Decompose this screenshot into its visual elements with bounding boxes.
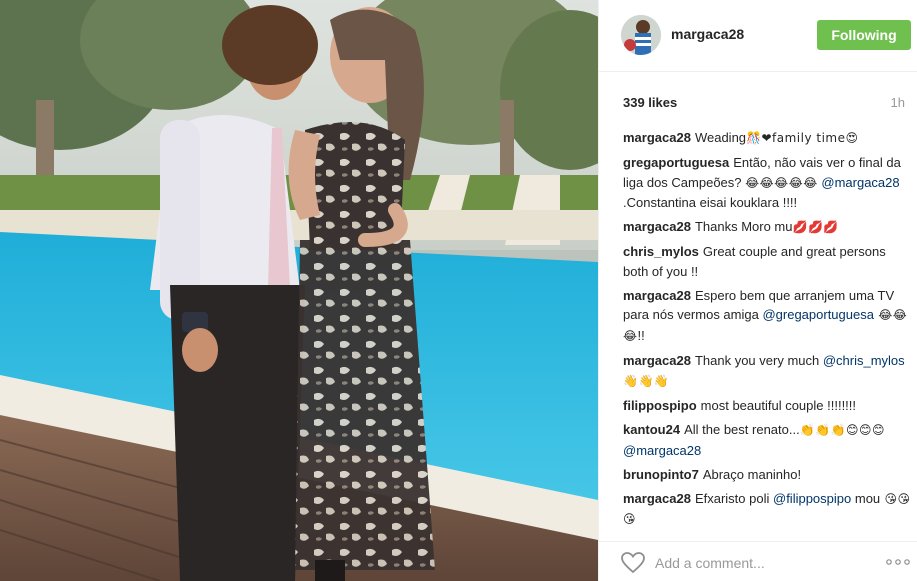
post-photo[interactable] [0,0,598,581]
comment-text: All the best renato... [684,422,800,437]
wedding-photo-illustration [0,0,598,581]
comment-username[interactable]: margaca28 [623,219,691,234]
comment-mention[interactable]: @chris_mylos [823,353,905,368]
add-comment-input[interactable] [655,552,855,574]
comment-text: Abraço maninho! [702,466,802,482]
comment-username[interactable]: margaca28 [623,288,691,303]
following-button[interactable]: Following [817,20,911,50]
comment-emoji: 👋👋👋 [623,374,670,388]
comment-username[interactable]: margaca28 [623,491,691,506]
comment-text: Weading [694,130,747,145]
comment-mention[interactable]: @margaca28 [821,175,899,190]
comment-username[interactable]: filippospipo [623,398,697,413]
comment-username[interactable]: margaca28 [623,353,691,368]
list-item: filippospipo most beautiful couple !!!!!!… [623,396,913,416]
post-meta: 339 likes 1h [623,95,907,115]
list-item: brunopinto7 Abraço maninho! [623,465,913,485]
list-item: margaca28 Espero bem que arranjem uma TV … [623,286,913,347]
comment-text: Efxaristo poli [694,490,773,506]
comment-mention[interactable]: @margaca28 [623,443,701,458]
comment-username[interactable]: chris_mylos [623,244,699,259]
add-comment-bar [599,541,917,581]
likes-count[interactable]: 339 likes [623,95,677,110]
list-item: margaca28 Weading🎊❤family time😍 [623,128,913,149]
comment-username[interactable]: kantou24 [623,422,680,437]
comment-text: Thank you very much [694,352,823,368]
comment-text: most beautiful couple !!!!!!!! [700,398,857,413]
list-item: gregaportuguesa Então, não vais ver o fin… [623,153,913,213]
comment-mention[interactable]: @gregaportuguesa [762,307,874,322]
more-options-icon[interactable] [885,552,911,572]
post-sidebar: margaca28 Following 339 likes 1h margaca… [598,0,917,581]
comments-list[interactable]: margaca28 Weading🎊❤family time😍 gregaport… [623,128,913,530]
comment-username[interactable]: gregaportuguesa [623,155,729,170]
comment-text-after: !! [637,327,645,343]
comment-username[interactable]: brunopinto7 [623,467,699,482]
profile-picture-icon [621,15,661,55]
comment-emoji: 💋💋💋 [792,220,839,234]
comment-emoji: 👏👏👏😊😊😊 [799,423,886,437]
comment-username[interactable]: margaca28 [623,130,691,145]
comment-emoji: 😂😂😂😂😂 [745,175,818,190]
comment-emoji: 🎊❤family time😍 [746,131,859,145]
header-username[interactable]: margaca28 [671,26,744,42]
comment-text-after: .Constantina eisai kouklara !!!! [623,195,798,210]
list-item: margaca28 Thank you very much @chris_mylo… [623,351,913,392]
list-item: chris_mylos Great couple and great person… [623,242,913,281]
list-item: margaca28 Efxaristo poli @filippospipo mo… [623,489,913,530]
comment-text-after: mou [851,490,881,506]
list-item: margaca28 Thanks Moro mu💋💋💋 [623,217,913,238]
avatar[interactable] [621,15,661,55]
comment-text: Thanks Moro mu [694,219,793,234]
comment-mention[interactable]: @filippospipo [773,491,851,506]
post-header: margaca28 Following [599,0,917,72]
post-timestamp[interactable]: 1h [891,95,905,110]
heart-icon[interactable] [621,552,645,574]
list-item: kantou24 All the best renato...👏👏👏😊😊😊 @ma… [623,420,913,460]
instagram-post: margaca28 Following 339 likes 1h margaca… [0,0,917,581]
